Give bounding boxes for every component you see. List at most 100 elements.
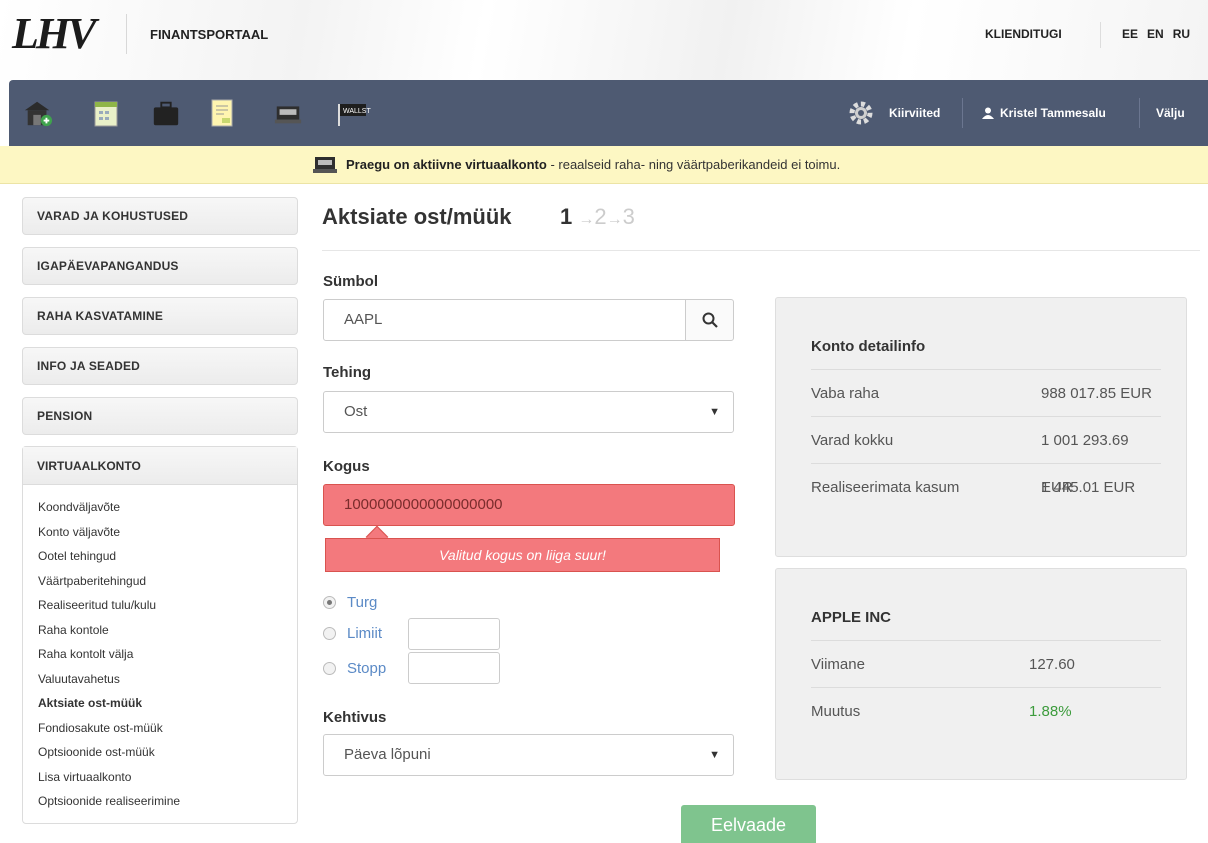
sidebar-item[interactable]: Lisa virtuaalkonto — [38, 769, 180, 794]
quantity-label: Kogus — [323, 458, 370, 475]
sidebar-item[interactable]: Realiseeritud tulu/kulu — [38, 597, 180, 622]
chevron-down-icon: ▼ — [709, 406, 720, 418]
symbol-label: Sümbol — [323, 273, 378, 290]
sidebar-item[interactable]: Koondväljavõte — [38, 499, 180, 524]
sidebar-item-active[interactable]: Aktsiate ost-müük — [38, 695, 180, 720]
wallst-icon[interactable]: WALLST — [335, 98, 375, 128]
preview-button[interactable]: Eelvaade — [681, 805, 816, 843]
title-divider — [322, 250, 1200, 251]
virtual-account-menu: Koondväljavõte Konto väljavõte Ootel teh… — [38, 499, 180, 818]
quantity-input[interactable]: 1000000000000000000 — [323, 484, 735, 526]
account-row: Realiseerimata kasum 1 445.01 EUR — [811, 463, 1161, 510]
order-type-stop[interactable]: Stopp — [323, 660, 386, 677]
search-button[interactable] — [685, 299, 734, 341]
sidebar-section-growing-money[interactable]: RAHA KASVATAMINE — [22, 297, 298, 335]
gear-icon — [849, 101, 873, 125]
validity-label: Kehtivus — [323, 709, 387, 726]
stop-price-input[interactable] — [408, 652, 500, 684]
home-icon[interactable] — [23, 98, 53, 128]
wallst-label: WALLST — [343, 108, 371, 115]
nav-divider — [962, 98, 963, 128]
sidebar-section-virtual[interactable]: VIRTUAALKONTO — [23, 447, 297, 485]
row-label: Realiseerimata kasum — [811, 479, 960, 496]
sidebar-item[interactable]: Konto väljavõte — [38, 524, 180, 549]
account-row: Vaba raha 988 017.85 EUR — [811, 369, 1161, 416]
support-link[interactable]: KLIENDITUGI — [985, 27, 1062, 41]
step-current: 1 — [560, 204, 573, 229]
user-menu[interactable]: Kristel Tammesalu — [982, 80, 1106, 146]
step-arrow: → — [606, 211, 623, 228]
row-label: Viimane — [811, 656, 865, 673]
sidebar-section-pension[interactable]: PENSION — [22, 397, 298, 435]
radio[interactable] — [323, 662, 336, 675]
sidebar-item[interactable]: Raha kontole — [38, 622, 180, 647]
order-type-limit[interactable]: Limiit — [323, 625, 382, 642]
logo-divider — [126, 14, 127, 54]
radio-selected[interactable] — [323, 596, 336, 609]
stock-name: APPLE INC — [811, 609, 892, 626]
radio[interactable] — [323, 627, 336, 640]
banner-text: Praegu on aktiivne virtuaalkonto - reaal… — [346, 157, 840, 172]
sidebar-item[interactable]: Raha kontolt välja — [38, 646, 180, 671]
page-title: Aktsiate ost/müük — [322, 204, 512, 229]
order-type-label: Stopp — [347, 660, 387, 677]
calendar-icon[interactable] — [91, 98, 121, 128]
user-icon — [982, 107, 994, 119]
account-details-panel: Konto detailinfo Vaba raha 988 017.85 EU… — [775, 297, 1187, 557]
sidebar-item[interactable]: Optsioonide realiseerimine — [38, 793, 180, 818]
sidebar-item[interactable]: Valuutavahetus — [38, 671, 180, 696]
virtual-account-icon[interactable] — [273, 98, 303, 128]
price-change: 1.88% — [1029, 703, 1072, 720]
lang-ru[interactable]: RU — [1173, 27, 1190, 41]
step-indicator: 1 →2→3 — [560, 204, 635, 230]
main-navbar: WALLST Kiirviited Kristel Tammesalu Välj… — [9, 80, 1208, 146]
order-type-market[interactable]: Turg — [323, 594, 377, 611]
step-arrow: → — [578, 211, 595, 228]
sidebar-section-assets[interactable]: VARAD JA KOHUSTUSED — [22, 197, 298, 235]
row-value: 988 017.85 EUR — [1041, 385, 1152, 402]
sidebar-section-daily-banking[interactable]: IGAPÄEVAPANGANDUS — [22, 247, 298, 285]
account-row: Varad kokku 1 001 293.69 EUR — [811, 416, 1161, 496]
sidebar-virtual-account: VIRTUAALKONTO Koondväljavõte Konto välja… — [22, 446, 298, 824]
quantity-error-message: Valitud kogus on liiga suur! — [325, 538, 720, 572]
panel-title: Konto detailinfo — [811, 338, 926, 355]
logout-button[interactable]: Välju — [1156, 80, 1185, 146]
transaction-label: Tehing — [323, 364, 372, 381]
row-label: Muutus — [811, 703, 861, 720]
sidebar-item[interactable]: Ootel tehingud — [38, 548, 180, 573]
lang-en[interactable]: EN — [1147, 27, 1164, 41]
briefcase-icon[interactable] — [151, 98, 181, 128]
sidebar-item[interactable]: Fondiosakute ost-müük — [38, 720, 180, 745]
shortcuts-button[interactable]: Kiirviited — [847, 80, 940, 146]
last-price: 127.60 — [1029, 656, 1075, 673]
order-type-label: Turg — [347, 594, 378, 611]
header-divider — [1100, 22, 1101, 48]
sidebar-section-info-settings[interactable]: INFO JA SEADED — [22, 347, 298, 385]
banner-rest: - reaalseid raha- ning väärtpaberikandei… — [546, 157, 841, 172]
transaction-value: Ost — [344, 403, 368, 420]
limit-price-input[interactable] — [408, 618, 500, 650]
banner-bold: Praegu on aktiivne virtuaalkonto — [346, 157, 547, 172]
shortcuts-label: Kiirviited — [889, 106, 941, 120]
row-label: Varad kokku — [811, 432, 894, 449]
search-icon — [702, 312, 718, 328]
validity-select[interactable]: Päeva lõpuni ▼ — [323, 734, 734, 776]
transaction-select[interactable]: Ost ▼ — [323, 391, 734, 433]
symbol-input[interactable]: AAPL — [323, 299, 686, 341]
sidebar-item[interactable]: Väärtpaberitehingud — [38, 573, 180, 598]
user-name: Kristel Tammesalu — [1000, 106, 1106, 120]
document-icon[interactable] — [207, 98, 237, 128]
step-2: 2 — [594, 204, 607, 229]
stock-row: Muutus 1.88% — [811, 687, 1161, 734]
top-header: LHV FINANTSPORTAAL KLIENDITUGI EE EN RU — [0, 0, 1208, 80]
nav-divider-2 — [1139, 98, 1140, 128]
sidebar-item[interactable]: Optsioonide ost-müük — [38, 744, 180, 769]
stock-row: Viimane 127.60 — [811, 640, 1161, 687]
lang-ee[interactable]: EE — [1122, 27, 1138, 41]
lhv-logo[interactable]: LHV — [12, 12, 96, 56]
virtual-account-icon — [312, 152, 338, 181]
order-type-label: Limiit — [347, 625, 383, 642]
step-3: 3 — [622, 204, 635, 229]
virtual-account-banner: Praegu on aktiivne virtuaalkonto - reaal… — [0, 146, 1208, 184]
portal-title: FINANTSPORTAAL — [150, 27, 269, 42]
